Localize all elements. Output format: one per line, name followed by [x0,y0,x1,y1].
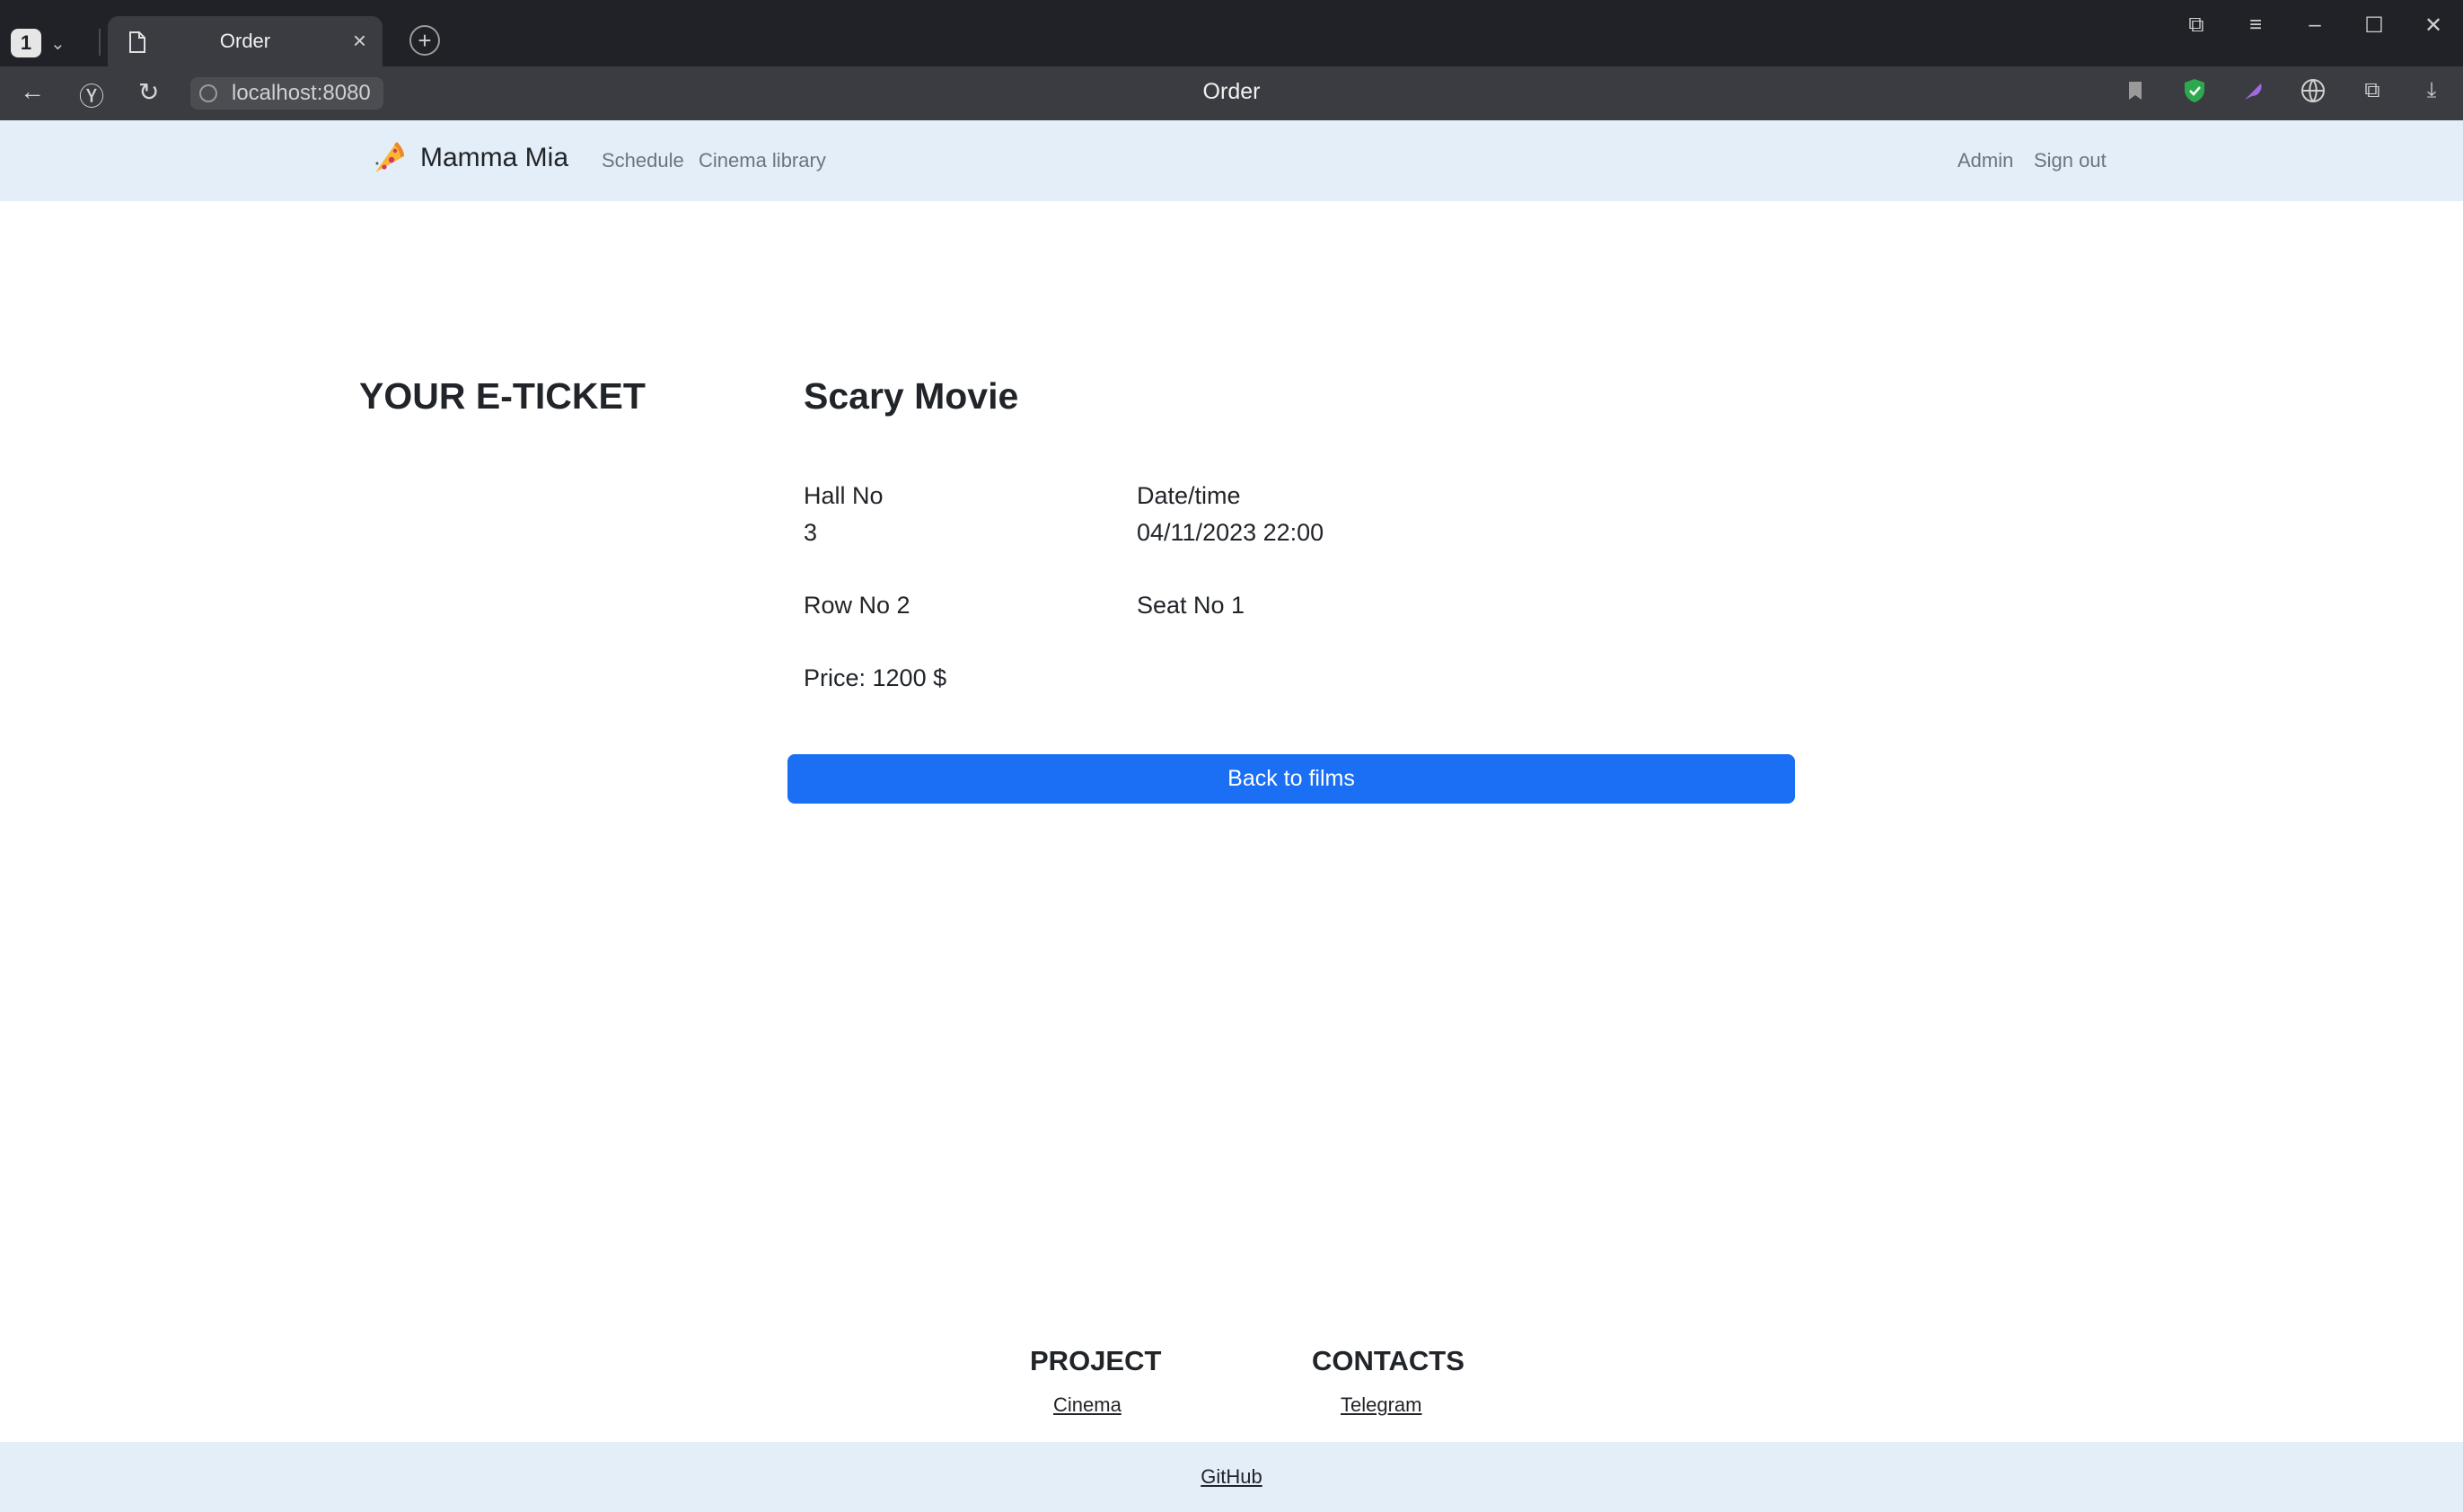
bookmark-icon[interactable] [2122,77,2149,104]
pizza-logo-icon [370,138,409,178]
footer-link-telegram[interactable]: Telegram [1341,1393,1421,1417]
hall-value: 3 [804,519,818,546]
minimize-icon[interactable]: – [2303,13,2327,39]
row-number: Row No 2 [804,592,910,619]
tab-order[interactable]: Order × [108,16,383,66]
ticket-price: Price: 1200 $ [804,664,947,691]
close-icon[interactable]: × [353,27,366,55]
page-title: Order [1202,79,1261,104]
chevron-down-icon: ⌄ [50,33,66,54]
sign-out-link[interactable]: Sign out [2034,149,2107,172]
divider [99,29,101,56]
datetime-value: 04/11/2023 22:00 [1137,519,1324,546]
tab-title: Order [219,30,271,52]
footer-bar: GitHub [0,1442,2463,1512]
bookmarks-panel-icon[interactable]: ⧉ [2185,13,2208,39]
film-title: Scary Movie [804,375,1019,417]
toolbar-right: ⧉ ⤓ [2122,77,2445,104]
brand-link[interactable]: Mamma Mia [370,138,568,178]
site-navbar: Mamma Mia Schedule Cinema library Admin … [0,120,2463,201]
ticket-heading: YOUR E-TICKET [359,375,646,417]
menu-icon[interactable]: ≡ [2244,13,2267,39]
translate-icon[interactable]: ⧉ [2359,77,2386,104]
tab-count: 1 [11,29,41,57]
new-tab-button[interactable]: + [409,25,440,56]
footer-project-heading: PROJECT [1030,1345,1162,1376]
footer-link-cinema[interactable]: Cinema [1053,1393,1122,1417]
hall-label: Hall No [804,482,884,509]
browser-tab-strip: 1 ⌄ Order × + ⧉ ≡ – ☐ ✕ [0,0,2463,66]
tab-count-button[interactable]: 1 ⌄ [11,25,92,61]
footer-contacts-heading: CONTACTS [1312,1345,1465,1376]
maximize-icon[interactable]: ☐ [2362,13,2386,39]
feather-icon[interactable] [2240,77,2267,104]
datetime-label: Date/time [1137,482,1241,509]
back-to-films-button[interactable]: Back to films [787,754,1795,804]
nav-link-cinema-library[interactable]: Cinema library [699,149,826,172]
seat-number: Seat No 1 [1137,592,1245,619]
brand-name: Mamma Mia [420,143,569,172]
browser-toolbar: ← Ⓨ ↻ localhost:8080 Order ⧉ ⤓ [0,66,2463,120]
download-icon[interactable]: ⤓ [2418,77,2445,104]
nav-link-admin[interactable]: Admin [1957,149,2013,172]
protect-shield-icon[interactable] [2181,77,2208,104]
window-controls: ⧉ ≡ – ☐ ✕ [2185,13,2445,39]
footer-link-github[interactable]: GitHub [0,1465,2463,1489]
nav-link-schedule[interactable]: Schedule [602,149,684,172]
window-close-icon[interactable]: ✕ [2422,13,2445,39]
globe-icon[interactable] [2300,77,2327,104]
